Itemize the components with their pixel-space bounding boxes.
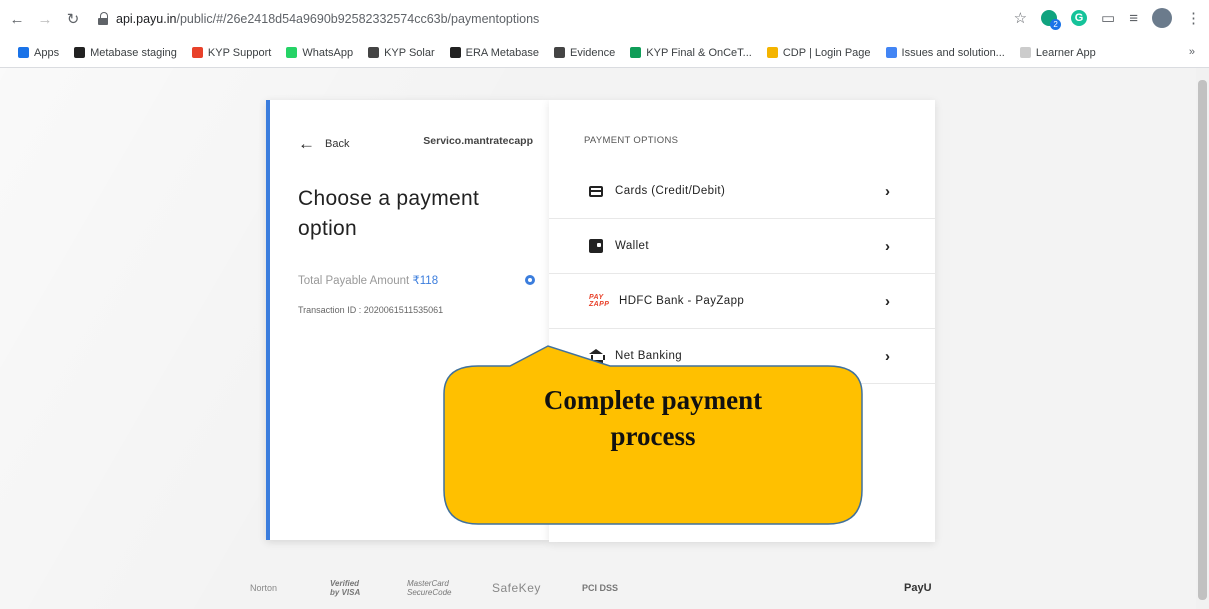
option-label: HDFC Bank - PayZapp [619,295,745,307]
bookmark-favicon-icon [449,47,461,58]
bookmark-label: Learner App [1035,46,1096,59]
bookmark-label: ERA Metabase [465,46,540,59]
lock-icon [98,12,110,26]
scrollbar-thumb[interactable] [1198,80,1207,600]
url-path: /public/#/26e2418d54a9690b92582332574cc6… [176,12,540,26]
bookmark-item[interactable]: ERA Metabase [449,46,540,59]
option-wallet[interactable]: Wallet › [549,219,935,274]
payu-logo: PayU [904,582,932,594]
bookmarks-bar: Apps Metabase staging KYP Support WhatsApp K… [0,38,1209,68]
safekey-logo: SafeKey [492,581,541,595]
bookmark-favicon-icon [766,47,778,58]
bookmark-label: KYP Final & OnCeT... [646,46,752,59]
extension-icon[interactable]: 2 [1041,10,1062,30]
left-arrow-icon: ← [298,134,315,153]
bookmark-item[interactable]: KYP Final & OnCeT... [630,47,752,59]
option-cards[interactable]: Cards (Credit/Debit) › [549,164,935,219]
forward-arrow-icon[interactable]: → [34,8,56,30]
bookmark-label: Evidence [570,46,616,59]
option-label: Wallet [615,240,649,252]
transaction-id: Transaction ID : 2020061511535061 [298,305,444,315]
kebab-menu-icon[interactable]: ⋮ [1186,9,1201,27]
bookmark-label: Metabase staging [90,46,177,59]
chevron-right-icon: › [885,347,891,365]
info-toggle-icon[interactable] [525,275,535,285]
card-icon [589,185,603,197]
bookmark-item[interactable]: KYP Solar [368,47,435,59]
bookmark-item[interactable]: Evidence [554,47,615,59]
bookmark-label: KYP Support [207,46,272,59]
extension-badge: 2 [1050,19,1062,30]
cast-icon[interactable]: ▭ [1101,9,1115,27]
trust-logos-footer: Norton Verified by VISA MasterCard Secur… [250,576,950,600]
bookmark-item[interactable]: Apps [18,47,59,59]
bookmark-favicon-icon [74,47,86,58]
bookmark-item[interactable]: Learner App [1019,46,1096,59]
verified-visa-logo: Verified by VISA [330,579,361,597]
norton-logo: Norton [250,583,278,593]
callout-line-2: process [610,421,696,451]
page-title: Choose a payment option [298,187,480,240]
bookmark-favicon-icon [554,47,566,58]
bookmark-favicon-icon [191,47,203,58]
bookmark-item[interactable]: CDP | Login Page [766,46,871,59]
option-label: Net Banking [615,350,683,362]
bookmark-label: KYP Solar [384,46,435,59]
bookmark-favicon-icon [885,47,897,58]
option-payzapp[interactable]: PAY ZAPP HDFC Bank - PayZapp › [549,274,935,329]
browser-toolbar: ← → ↻ api.payu.in/public/#/26e2418d54a96… [0,0,1209,38]
reading-list-icon[interactable]: ≡ [1129,10,1138,27]
bookmark-label: Issues and solution... [901,46,1005,59]
options-heading: PAYMENT OPTIONS [584,135,679,146]
reload-icon[interactable]: ↻ [62,8,84,30]
pci-dss-logo: PCI DSS [582,583,619,593]
bookmark-label: Apps [34,46,60,59]
bookmark-favicon-icon [286,47,298,58]
address-bar[interactable]: api.payu.in/public/#/26e2418d54a9690b925… [98,12,539,26]
bookmark-item[interactable]: Issues and solution... [885,46,1005,59]
mastercard-securecode-logo: MasterCard SecureCode [407,579,452,597]
bookmark-item[interactable]: WhatsApp [286,47,353,59]
profile-avatar[interactable] [1152,8,1172,28]
toolbar-actions: ☆ 2 G ▭ ≡ ⋮ [1014,8,1201,30]
wallet-icon [589,239,603,253]
merchant-name: Servico.mantratecapp [423,135,533,147]
bookmark-favicon-icon [1019,47,1031,58]
total-label: Total Payable Amount [298,275,410,287]
total-payable: Total Payable Amount ₹118 [298,273,438,287]
option-label: Cards (Credit/Debit) [615,185,726,197]
order-summary-card: ← Back Servico.mantratecapp Choose a pay… [266,100,549,540]
bank-icon [589,349,605,363]
back-arrow-icon[interactable]: ← [6,8,28,30]
callout-text: Complete payment process [444,382,862,454]
back-label: Back [325,138,350,150]
grammarly-icon[interactable]: G [1071,10,1088,26]
star-icon[interactable]: ☆ [1014,9,1027,27]
total-amount: ₹118 [412,275,439,287]
chevron-right-icon: › [885,292,891,310]
bookmark-item[interactable]: KYP Support [191,46,272,59]
chevron-right-icon: › [885,182,891,200]
back-button[interactable]: ← Back [298,134,349,154]
bookmark-label: WhatsApp [302,46,354,59]
payzapp-icon: PAY ZAPP [589,294,610,308]
chevron-right-icon: › [885,237,891,255]
url-host: api.payu.in [116,12,177,26]
bookmark-label: CDP | Login Page [782,46,871,59]
bookmark-favicon-icon [368,47,380,58]
page-viewport: ← Back Servico.mantratecapp Choose a pay… [0,68,1196,609]
callout-line-1: Complete payment [543,385,763,415]
vertical-scrollbar[interactable] [1196,68,1209,609]
bookmarks-overflow-icon[interactable]: » [1189,46,1195,58]
bookmark-item[interactable]: Metabase staging [74,47,177,59]
option-net-banking[interactable]: Net Banking › [549,329,935,384]
bookmark-favicon-icon [630,47,642,58]
payment-options-card: PAYMENT OPTIONS Cards (Credit/Debit) › W… [549,100,935,542]
bookmark-favicon-icon [18,47,29,58]
